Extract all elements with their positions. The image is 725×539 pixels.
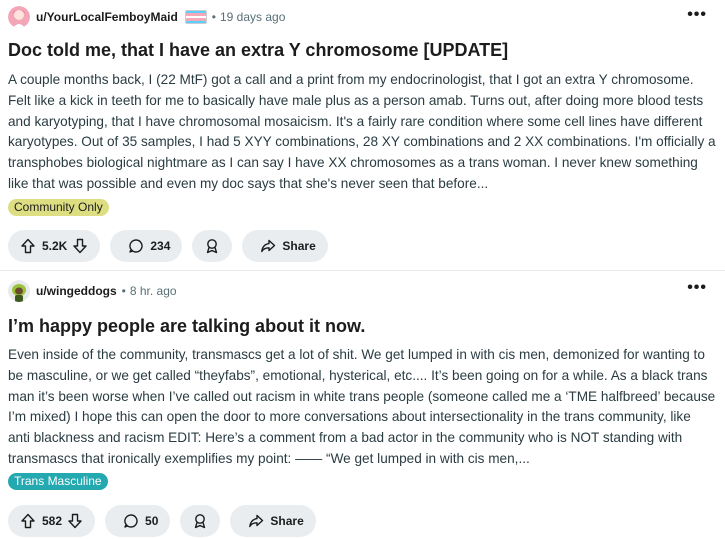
avatar[interactable] <box>8 280 30 302</box>
upvote-icon[interactable] <box>20 513 36 529</box>
upvote-icon[interactable] <box>20 238 36 254</box>
post-flair[interactable]: Community Only <box>8 199 109 216</box>
vote-control: 5.2K <box>8 230 101 262</box>
post-title[interactable]: Doc told me, that I have an extra Y chro… <box>8 40 508 61</box>
post-actions: 582 50 Share <box>8 505 326 537</box>
share-button[interactable]: Share <box>230 505 316 537</box>
award-button[interactable] <box>192 230 233 262</box>
post-actions: 5.2K 234 Share <box>8 230 338 262</box>
post-body[interactable]: Even inside of the community, transmascs… <box>8 345 716 470</box>
post-title[interactable]: I’m happy people are talking about it no… <box>8 316 365 337</box>
share-button[interactable]: Share <box>242 230 328 262</box>
share-label: Share <box>282 239 316 253</box>
separator-dot: • <box>211 10 216 24</box>
post-time: 19 days ago <box>220 10 286 24</box>
post-card[interactable]: u/wingeddogs • 8 hr. ago ••• I’m happy p… <box>0 270 725 539</box>
downvote-icon[interactable] <box>72 238 88 254</box>
vote-control: 582 <box>8 505 96 537</box>
avatar[interactable] <box>8 6 30 28</box>
post-body[interactable]: A couple months back, I (22 MtF) got a c… <box>8 70 716 195</box>
post-flair[interactable]: Trans Masculine <box>8 473 108 490</box>
downvote-icon[interactable] <box>67 513 83 529</box>
comment-count: 234 <box>150 239 171 253</box>
award-icon <box>204 238 220 254</box>
more-options-icon[interactable]: ••• <box>687 279 707 297</box>
comment-icon <box>128 238 144 254</box>
share-icon <box>248 513 264 529</box>
comments-button[interactable]: 234 <box>110 230 183 262</box>
share-icon <box>260 238 276 254</box>
share-label: Share <box>270 514 304 528</box>
more-options-icon[interactable]: ••• <box>687 6 707 24</box>
trans-flag <box>184 10 207 24</box>
comment-icon <box>123 513 139 529</box>
separator-dot: • <box>121 284 126 298</box>
vote-count: 582 <box>42 514 63 528</box>
award-icon <box>192 513 208 529</box>
post-meta: u/YourLocalFemboyMaid • 19 days ago <box>8 6 285 28</box>
award-button[interactable] <box>180 505 221 537</box>
post-author[interactable]: u/wingeddogs <box>36 284 117 298</box>
comment-count: 50 <box>145 514 159 528</box>
post-author[interactable]: u/YourLocalFemboyMaid <box>36 10 178 24</box>
post-card[interactable]: u/YourLocalFemboyMaid • 19 days ago ••• … <box>0 0 725 270</box>
post-meta: u/wingeddogs • 8 hr. ago <box>8 280 177 302</box>
vote-count: 5.2K <box>42 239 68 253</box>
post-time: 8 hr. ago <box>129 284 177 298</box>
comments-button[interactable]: 50 <box>105 505 171 537</box>
